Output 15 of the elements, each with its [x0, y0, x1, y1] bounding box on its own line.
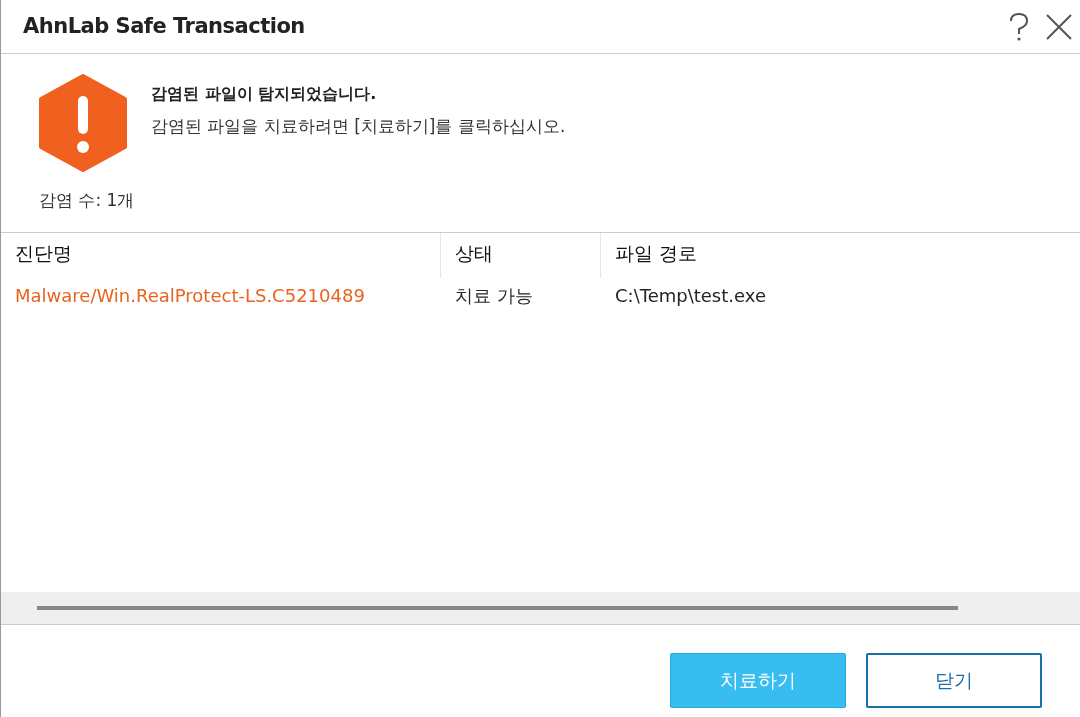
- table-cell: C:\Temp\test.exe: [615, 284, 766, 306]
- column-header[interactable]: 상태: [441, 232, 601, 278]
- column-header[interactable]: 파일 경로: [601, 232, 1080, 278]
- alert-message: 감염된 파일을 치료하려면 [치료하기]를 클릭하십시오.: [151, 115, 566, 138]
- help-icon[interactable]: [1008, 11, 1030, 42]
- table-cell: Malware/Win.RealProtect-LS.C5210489: [15, 284, 365, 306]
- column-header[interactable]: 진단명: [1, 232, 441, 278]
- warning-icon: [39, 74, 127, 172]
- close-icon[interactable]: [1046, 13, 1072, 40]
- infection-count: 감염 수: 1개: [39, 190, 135, 210]
- window-title: AhnLab Safe Transaction: [23, 12, 305, 40]
- table-cell: 치료 가능: [455, 284, 533, 306]
- alert-heading: 감염된 파일이 탐지되었습니다.: [151, 83, 378, 105]
- horizontal-scrollbar[interactable]: [1, 592, 1080, 625]
- close-button[interactable]: 닫기: [866, 653, 1042, 708]
